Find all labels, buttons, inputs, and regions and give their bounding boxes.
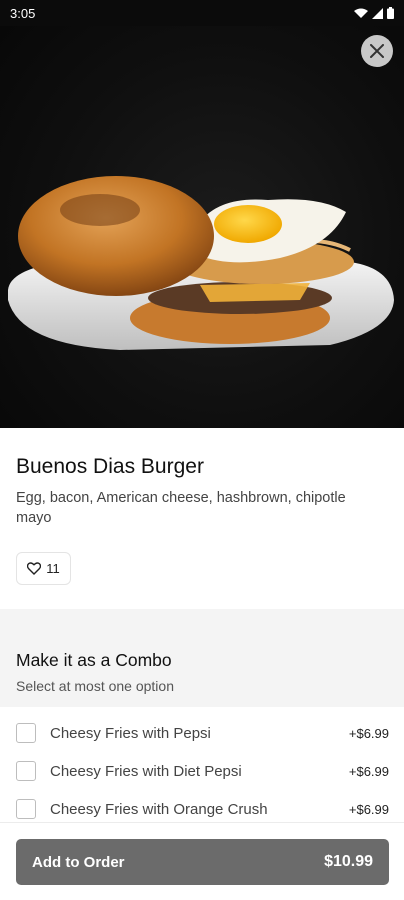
combo-option[interactable]: Cheesy Fries with Diet Pepsi +$6.99: [16, 757, 389, 785]
combo-option[interactable]: Cheesy Fries with Pepsi +$6.99: [16, 719, 389, 747]
option-checkbox[interactable]: [16, 761, 36, 781]
combo-section-subtitle: Select at most one option: [16, 678, 174, 694]
add-to-order-label: Add to Order: [32, 853, 125, 871]
burger-photo: [8, 176, 394, 350]
order-total-price: $10.99: [324, 853, 373, 870]
status-bar: 3:05: [0, 0, 404, 26]
option-label: Cheesy Fries with Pepsi: [50, 724, 211, 742]
like-button[interactable]: 11: [16, 552, 71, 585]
combo-option[interactable]: Cheesy Fries with Orange Crush +$6.99: [16, 795, 389, 823]
battery-icon: [387, 7, 394, 19]
option-label: Cheesy Fries with Diet Pepsi: [50, 762, 242, 780]
option-price: +$6.99: [348, 725, 389, 741]
status-icons: [354, 7, 394, 19]
hero-image: [0, 0, 404, 428]
item-title: Buenos Dias Burger: [16, 455, 204, 478]
option-price: +$6.99: [348, 801, 389, 817]
close-button[interactable]: [361, 35, 393, 67]
option-checkbox[interactable]: [16, 799, 36, 819]
heart-icon: [27, 562, 42, 575]
option-label: Cheesy Fries with Orange Crush: [50, 800, 268, 818]
add-to-order-button[interactable]: Add to Order $10.99: [16, 839, 389, 885]
like-count: 11: [46, 561, 60, 576]
close-icon: [370, 44, 384, 58]
combo-section-title: Make it as a Combo: [16, 650, 172, 670]
bottom-action-bar: Add to Order $10.99: [0, 822, 404, 900]
option-price: +$6.99: [348, 763, 389, 779]
cellular-icon: [372, 7, 383, 19]
status-time: 3:05: [10, 5, 36, 21]
wifi-icon: [354, 8, 368, 18]
option-checkbox[interactable]: [16, 723, 36, 743]
item-description: Egg, bacon, American cheese, hashbrown, …: [16, 490, 346, 526]
